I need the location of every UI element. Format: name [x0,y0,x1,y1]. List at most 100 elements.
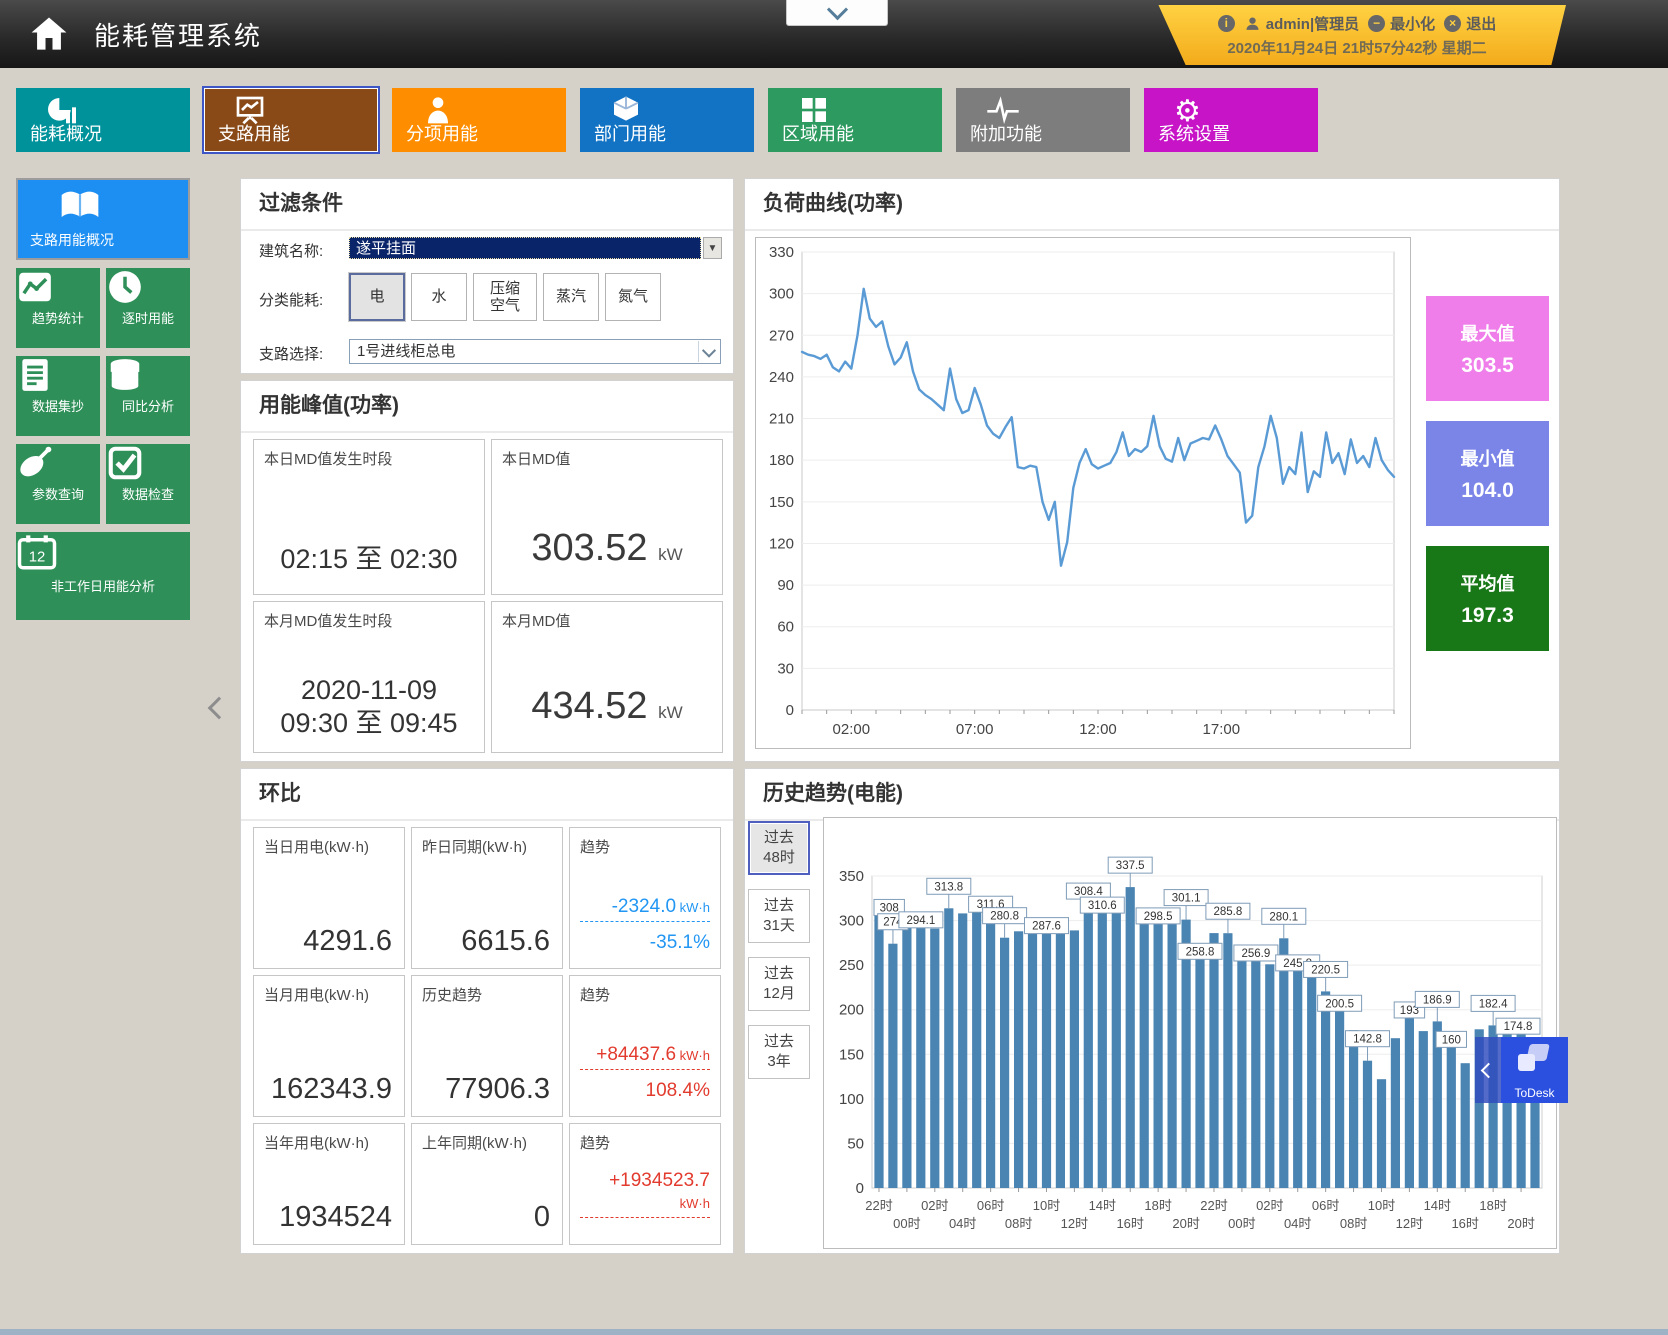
svg-text:313.8: 313.8 [934,881,963,893]
svg-text:30: 30 [777,660,794,677]
month-trend-cell: 趋势 +84437.6 kW·h 108.4% [569,975,721,1117]
exit-button[interactable]: ×退出 [1444,13,1496,34]
load-curve-chart: 030609012015018021024027030033002:0007:0… [755,237,1411,749]
history-trend-cell: 历史趋势77906.3 [411,975,563,1117]
category-compressed-air-button[interactable]: 压缩 空气 [473,273,537,321]
svg-text:150: 150 [839,1046,864,1063]
peak-panel: 用能峰值(功率) 本日MD值发生时段 02:15 至 02:30 本日MD值 3… [240,380,734,762]
user-icon [1244,15,1261,32]
todesk-logo-icon [1518,1044,1550,1074]
minimize-icon: − [1368,15,1385,32]
checkbox-icon [106,444,190,482]
svg-text:02:00: 02:00 [833,721,871,738]
svg-text:300: 300 [769,286,794,303]
category-electric-button[interactable]: 电 [349,273,405,321]
building-select[interactable]: 遂平挂面 [349,237,701,259]
range-31d-button[interactable]: 过去31天 [748,889,810,943]
user-panel: i admin|管理员 −最小化 ×退出 2020年11月24日 21时57分4… [1148,5,1566,65]
sidebar-item-nonworkday-analysis[interactable]: 12 非工作日用能分析 [16,532,190,620]
svg-text:120: 120 [769,535,794,552]
branch-select[interactable]: 1号进线柜总电 [349,339,721,364]
calendar-icon: 12 [16,532,190,572]
range-12m-button[interactable]: 过去12月 [748,957,810,1011]
header-collapse-tab[interactable] [786,0,888,26]
range-3y-button[interactable]: 过去3年 [748,1025,810,1079]
month-md-period-card: 本月MD值发生时段 2020-11-09 09:30 至 09:45 [253,601,485,753]
bottom-border [0,1329,1668,1335]
svg-text:301.1: 301.1 [1172,893,1201,905]
current-user: admin|管理员 [1244,13,1359,34]
min-value-box: 最小值104.0 [1426,421,1549,526]
minimize-button[interactable]: −最小化 [1368,13,1435,34]
sidebar-item-branch-overview[interactable]: 支路用能概况 [16,178,190,260]
svg-text:10时: 10时 [1368,1198,1395,1213]
svg-text:310.6: 310.6 [1088,900,1117,912]
svg-text:182.4: 182.4 [1479,998,1508,1010]
todesk-widget[interactable]: ToDesk [1475,1037,1568,1103]
svg-text:00时: 00时 [1228,1216,1255,1231]
home-icon[interactable] [18,6,80,62]
book-icon [58,188,102,224]
category-label: 分类能耗: [259,289,323,310]
svg-text:20时: 20时 [1507,1216,1534,1231]
sidebar-item-parameter-query[interactable]: 参数查询 [16,444,100,524]
tab-extra-functions[interactable]: 附加功能 [956,88,1130,152]
range-48h-button[interactable]: 过去48时 [748,821,810,875]
todesk-collapse[interactable] [1475,1037,1501,1103]
svg-text:280.8: 280.8 [990,911,1019,923]
svg-text:12:00: 12:00 [1079,721,1117,738]
info-button[interactable]: i [1218,15,1235,32]
category-steam-button[interactable]: 蒸汽 [543,273,599,321]
category-nitrogen-button[interactable]: 氮气 [605,273,661,321]
branch-label: 支路选择: [259,343,323,364]
svg-text:12时: 12时 [1061,1216,1088,1231]
sidebar-item-data-reading[interactable]: 数据集抄 [16,356,100,436]
history-title: 历史趋势(电能) [745,769,1559,821]
svg-text:22时: 22时 [1200,1198,1227,1213]
sidebar-item-data-check[interactable]: 数据检查 [106,444,190,524]
select-chevron [698,341,719,362]
tab-area-energy[interactable]: 区域用能 [768,88,942,152]
svg-text:08时: 08时 [1340,1216,1367,1231]
svg-text:300: 300 [839,913,864,930]
sidebar-item-hourly-energy[interactable]: 逐时用能 [106,268,190,348]
header: 能耗管理系统 i admin|管理员 −最小化 ×退出 2020年11月24日 … [0,0,1668,68]
svg-text:174.8: 174.8 [1504,1021,1533,1033]
load-curve-panel: 负荷曲线(功率) 0306090120150180210240270300330… [744,178,1560,762]
load-curve-title: 负荷曲线(功率) [745,179,1559,231]
sidebar-item-trend-stats[interactable]: 趋势统计 [16,268,100,348]
svg-text:200: 200 [839,1002,864,1019]
tab-branch-energy[interactable]: 支路用能 [204,88,378,152]
svg-text:10时: 10时 [1033,1198,1060,1213]
svg-text:308: 308 [880,902,899,914]
info-icon: i [1218,15,1235,32]
building-select-arrow[interactable]: ▼ [703,237,722,259]
tab-energy-overview[interactable]: 能耗概况 [16,88,190,152]
svg-text:06时: 06时 [977,1198,1004,1213]
category-water-button[interactable]: 水 [411,273,467,321]
svg-text:142.8: 142.8 [1353,1034,1382,1046]
sidebar-collapse-button[interactable] [208,688,230,728]
svg-text:14时: 14时 [1424,1198,1451,1213]
datetime: 2020年11月24日 21时57分42秒 星期二 [1148,37,1566,58]
tab-subitem-energy[interactable]: 分项用能 [392,88,566,152]
dropdown-arrow-icon: ▼ [708,243,718,254]
svg-text:308.4: 308.4 [1074,886,1103,898]
svg-text:330: 330 [769,244,794,261]
svg-text:12时: 12时 [1396,1216,1423,1231]
screen: 能耗管理系统 i admin|管理员 −最小化 ×退出 2020年11月24日 … [0,0,1668,1335]
huanbi-title: 环比 [241,769,733,821]
chevron-left-icon [1480,1062,1496,1078]
svg-text:17:00: 17:00 [1203,721,1241,738]
sidebar-item-yoy-analysis[interactable]: 同比分析 [106,356,190,436]
tab-department-energy[interactable]: 部门用能 [580,88,754,152]
huanbi-panel: 环比 当日用电(kW·h)4291.6 昨日同期(kW·h)6615.6 趋势 … [240,768,734,1254]
svg-text:0: 0 [786,702,794,719]
svg-text:298.5: 298.5 [1144,911,1173,923]
svg-text:287.6: 287.6 [1032,921,1061,933]
tab-system-settings[interactable]: ⚙ 系统设置 [1144,88,1318,152]
chevron-left-icon [208,697,231,720]
clock-icon [106,268,190,306]
svg-text:04时: 04时 [1284,1216,1311,1231]
svg-text:07:00: 07:00 [956,721,994,738]
